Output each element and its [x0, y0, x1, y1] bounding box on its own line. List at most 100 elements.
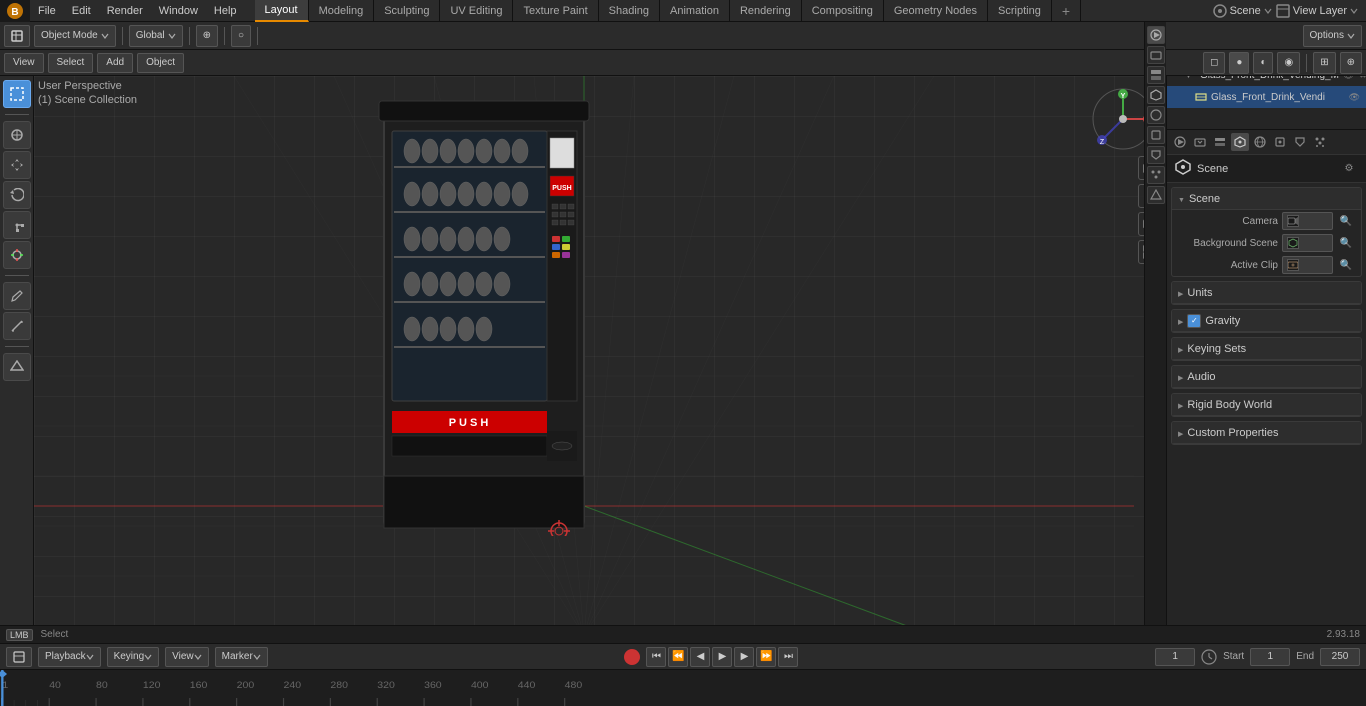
record-btn[interactable]: [624, 649, 640, 665]
bg-scene-eyedrop-btn[interactable]: 🔍: [1337, 234, 1355, 252]
camera-value-field[interactable]: [1282, 212, 1333, 230]
timeline-ruler[interactable]: 1 40 80 120 160 200 240 280 320 360 400 …: [0, 670, 1366, 706]
menu-window[interactable]: Window: [151, 0, 206, 22]
custom-props-header[interactable]: Custom Properties: [1172, 422, 1361, 444]
prop-tab-output[interactable]: [1191, 133, 1209, 151]
select-box-tool[interactable]: [3, 80, 31, 108]
annotate-tool[interactable]: [3, 282, 31, 310]
prop-tab-render-icon[interactable]: [1147, 26, 1165, 44]
tl-keying-btn[interactable]: Keying: [107, 647, 160, 667]
mesh-icon-1: [1195, 91, 1207, 103]
prop-tab-scene[interactable]: [1231, 133, 1249, 151]
prop-tab-obj-icon[interactable]: [1147, 126, 1165, 144]
tab-sculpting[interactable]: Sculpting: [374, 0, 440, 22]
prop-tab-mod-icon[interactable]: [1147, 146, 1165, 164]
tab-compositing[interactable]: Compositing: [802, 0, 884, 22]
transport-controls: ⏮ ⏪ ◀ ▶ ▶ ⏩ ⏭: [646, 647, 798, 667]
select-menu[interactable]: Select: [48, 53, 94, 73]
tab-rendering[interactable]: Rendering: [730, 0, 802, 22]
start-frame-input[interactable]: [1250, 648, 1290, 666]
tab-layout[interactable]: Layout: [255, 0, 309, 22]
tab-add[interactable]: +: [1052, 0, 1081, 22]
tl-editor-type[interactable]: [6, 647, 32, 667]
play-btn[interactable]: ▶: [712, 647, 732, 667]
prop-tab-view-layer[interactable]: [1211, 133, 1229, 151]
prop-tab-part-icon[interactable]: [1147, 166, 1165, 184]
prev-frame-btn[interactable]: ◀: [690, 647, 710, 667]
menu-render[interactable]: Render: [99, 0, 151, 22]
next-frame-btn[interactable]: ▶: [734, 647, 754, 667]
active-clip-value-field[interactable]: [1282, 256, 1333, 274]
viewport-3d[interactable]: PUSH PUSH: [34, 76, 1166, 643]
measure-tool[interactable]: [3, 312, 31, 340]
prop-tab-phys-icon[interactable]: [1147, 186, 1165, 204]
menu-file[interactable]: File: [30, 0, 64, 22]
tab-geometry-nodes[interactable]: Geometry Nodes: [884, 0, 988, 22]
prop-tab-modifier[interactable]: [1291, 133, 1309, 151]
prop-tab-object[interactable]: [1271, 133, 1289, 151]
move-tool[interactable]: [3, 151, 31, 179]
bg-scene-value-field[interactable]: [1282, 234, 1333, 252]
add-object-tool[interactable]: [3, 353, 31, 381]
viewport-shading-wire[interactable]: ◻: [1203, 52, 1225, 74]
svg-text:Y: Y: [1121, 93, 1126, 100]
object-menu[interactable]: Object: [137, 53, 184, 73]
view-layer-selector[interactable]: View Layer: [1293, 5, 1347, 17]
prop-tab-render[interactable]: [1171, 133, 1189, 151]
viewport-shading-solid[interactable]: ●: [1229, 52, 1249, 74]
prop-tab-out-icon[interactable]: [1147, 46, 1165, 64]
viewport-shading-material[interactable]: ◐: [1253, 52, 1273, 74]
jump-start-btn[interactable]: ⏮: [646, 647, 666, 667]
tl-marker-btn[interactable]: Marker: [215, 647, 268, 667]
audio-section-header[interactable]: Audio: [1172, 366, 1361, 388]
prop-tab-particles[interactable]: [1311, 133, 1329, 151]
units-section-header[interactable]: Units: [1172, 282, 1361, 304]
mode-selector[interactable]: Object Mode: [34, 25, 116, 47]
scene-prop-opts-btn[interactable]: ⚙: [1340, 160, 1358, 178]
active-clip-eyedrop-btn[interactable]: 🔍: [1337, 256, 1355, 274]
prop-tab-viewlayer-icon[interactable]: [1147, 66, 1165, 84]
next-keyframe-btn[interactable]: ⏩: [756, 647, 776, 667]
snap-btn[interactable]: ⊕: [196, 25, 218, 47]
viewport-shading-rendered[interactable]: ◉: [1277, 52, 1300, 74]
scene-selector[interactable]: Scene: [1230, 5, 1261, 17]
outliner-row-1[interactable]: Glass_Front_Drink_Vendi 👁: [1167, 86, 1366, 108]
tl-playback-btn[interactable]: Playback: [38, 647, 101, 667]
obj1-vis-btn[interactable]: 👁: [1349, 92, 1360, 103]
menu-edit[interactable]: Edit: [64, 0, 99, 22]
transform-tool[interactable]: [3, 241, 31, 269]
show-overlays[interactable]: ⊞: [1313, 52, 1335, 74]
gravity-section-header[interactable]: Gravity: [1172, 310, 1361, 332]
rotate-tool[interactable]: [3, 181, 31, 209]
lmb-key: LMB: [6, 629, 33, 641]
tab-animation[interactable]: Animation: [660, 0, 730, 22]
tab-uv-editing[interactable]: UV Editing: [440, 0, 513, 22]
tab-scripting[interactable]: Scripting: [988, 0, 1052, 22]
prop-tab-world-icon[interactable]: [1147, 106, 1165, 124]
tab-shading[interactable]: Shading: [599, 0, 660, 22]
current-frame-input[interactable]: [1155, 648, 1195, 666]
keying-sets-section-header[interactable]: Keying Sets: [1172, 338, 1361, 360]
gravity-checkbox[interactable]: [1187, 314, 1201, 328]
show-gizmos[interactable]: ⊕: [1340, 52, 1362, 74]
scale-tool[interactable]: [3, 211, 31, 239]
proportional-btn[interactable]: ○: [231, 25, 251, 47]
tl-view-btn[interactable]: View: [165, 647, 209, 667]
end-frame-input[interactable]: [1320, 648, 1360, 666]
add-menu[interactable]: Add: [97, 53, 133, 73]
view-menu[interactable]: View: [4, 53, 44, 73]
prop-tab-scene-icon[interactable]: [1147, 86, 1165, 104]
editor-type-btn[interactable]: [4, 25, 30, 47]
menu-help[interactable]: Help: [206, 0, 245, 22]
cursor-tool[interactable]: [3, 121, 31, 149]
global-selector[interactable]: Global: [129, 25, 183, 47]
tab-texture-paint[interactable]: Texture Paint: [513, 0, 598, 22]
prev-keyframe-btn[interactable]: ⏪: [668, 647, 688, 667]
jump-end-btn[interactable]: ⏭: [778, 647, 798, 667]
scene-section-header[interactable]: Scene: [1172, 188, 1361, 210]
tab-modeling[interactable]: Modeling: [309, 0, 375, 22]
camera-eyedrop-btn[interactable]: 🔍: [1337, 212, 1355, 230]
prop-tab-world[interactable]: [1251, 133, 1269, 151]
rigid-body-section-header[interactable]: Rigid Body World: [1172, 394, 1361, 416]
options-btn[interactable]: Options: [1303, 25, 1362, 47]
